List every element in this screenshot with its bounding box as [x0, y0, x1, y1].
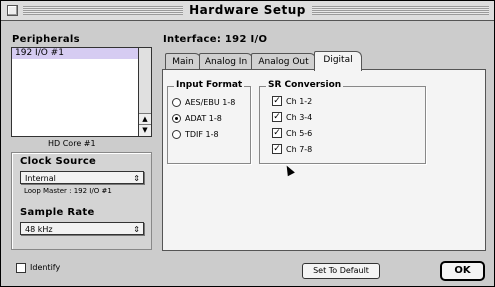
checkbox-ch-7-8[interactable]: ✓ — [272, 144, 282, 154]
input-format-group: Input Format AES/EBU 1-8 ADAT 1-8 TDIF 1… — [167, 80, 251, 164]
ok-button[interactable]: OK — [440, 261, 485, 281]
ch-3-4-label: Ch 3-4 — [286, 113, 313, 122]
ch-1-2-label: Ch 1-2 — [286, 97, 313, 106]
sample-rate-value: 48 kHz — [25, 225, 53, 234]
digital-tab-content: Input Format AES/EBU 1-8 ADAT 1-8 TDIF 1… — [162, 69, 486, 251]
loop-master-text: Loop Master : 192 I/O #1 — [24, 187, 112, 195]
sample-rate-popup[interactable]: 48 kHz ⇕ — [20, 222, 144, 235]
clock-source-popup[interactable]: Internal ⇕ — [20, 171, 144, 184]
adat-label: ADAT 1-8 — [185, 114, 222, 123]
peripherals-scrollbar[interactable]: ▲ ▼ — [138, 48, 151, 136]
peripheral-item-192io[interactable]: 192 I/O #1 — [12, 48, 138, 59]
ch-5-6-label: Ch 5-6 — [286, 129, 313, 138]
popup-arrows-icon: ⇕ — [133, 225, 140, 234]
set-to-default-button[interactable]: Set To Default — [302, 263, 380, 279]
scroll-down-arrow-icon[interactable]: ▼ — [139, 124, 151, 136]
identify-checkbox[interactable] — [16, 263, 26, 273]
hd-core-caption: HD Core #1 — [48, 139, 96, 148]
checkbox-ch-3-4[interactable]: ✓ — [272, 112, 282, 122]
clock-panel: Clock Source Internal ⇕ Loop Master : 19… — [11, 152, 152, 250]
clock-source-value: Internal — [25, 174, 56, 183]
window-title: Hardware Setup — [1, 3, 494, 17]
tdif-label: TDIF 1-8 — [185, 130, 219, 139]
tab-main[interactable]: Main — [165, 53, 201, 70]
radio-tdif[interactable] — [172, 130, 181, 139]
sr-conversion-group: SR Conversion ✓ Ch 1-2 ✓ Ch 3-4 ✓ Ch 5-6… — [259, 80, 426, 164]
clock-source-label: Clock Source — [20, 156, 97, 167]
radio-aes-ebu[interactable] — [172, 98, 181, 107]
radio-adat[interactable] — [172, 114, 181, 123]
checkbox-ch-5-6[interactable]: ✓ — [272, 128, 282, 138]
peripherals-label: Peripherals — [12, 34, 80, 45]
tab-analog-out[interactable]: Analog Out — [251, 53, 316, 70]
popup-arrows-icon: ⇕ — [133, 174, 140, 183]
identify-label: Identify — [30, 263, 61, 272]
ch-7-8-label: Ch 7-8 — [286, 145, 313, 154]
sr-conversion-title: SR Conversion — [266, 80, 344, 90]
peripherals-list[interactable]: 192 I/O #1 ▲ ▼ — [11, 47, 152, 137]
hardware-setup-window: Hardware Setup Peripherals 192 I/O #1 ▲ … — [0, 0, 495, 287]
tab-digital[interactable]: Digital — [314, 51, 362, 71]
sample-rate-label: Sample Rate — [20, 207, 95, 218]
checkbox-ch-1-2[interactable]: ✓ — [272, 96, 282, 106]
aes-ebu-label: AES/EBU 1-8 — [185, 98, 236, 107]
tab-analog-in[interactable]: Analog In — [199, 53, 253, 70]
interface-label: Interface: 192 I/O — [163, 34, 268, 45]
title-bar[interactable]: Hardware Setup — [1, 1, 494, 21]
input-format-title: Input Format — [174, 80, 245, 90]
